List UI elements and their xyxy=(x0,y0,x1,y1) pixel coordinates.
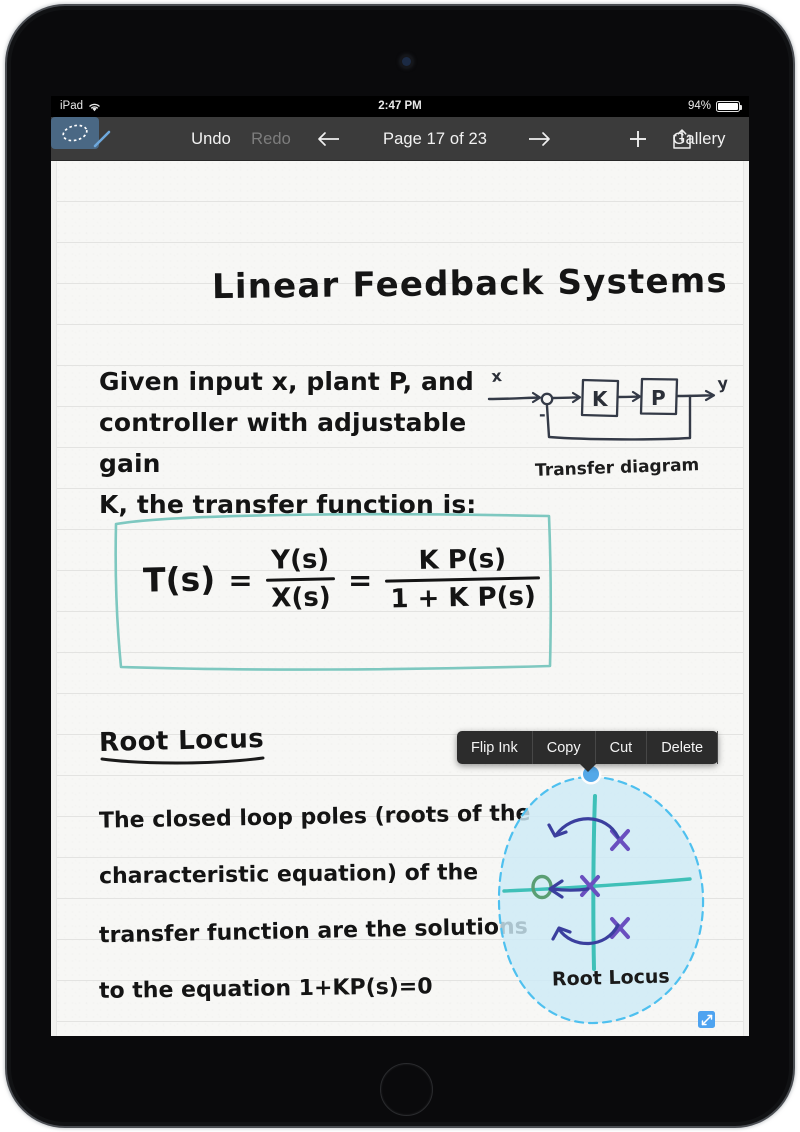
equation-equals: = xyxy=(347,562,373,597)
status-bar-clock: 2:47 PM xyxy=(378,100,422,112)
svg-text:y: y xyxy=(717,373,729,393)
svg-text:K: K xyxy=(592,387,609,411)
battery-icon xyxy=(716,101,743,112)
next-page-button[interactable] xyxy=(521,117,559,161)
transfer-function-equation: T(s) = Y(s) X(s) = K P(s) 1 + K P(s) xyxy=(142,544,542,615)
gallery-button[interactable]: Gallery xyxy=(659,117,739,161)
status-bar-right: 94% xyxy=(687,96,743,117)
paragraph-line: transfer function are the solutions xyxy=(98,914,528,949)
plus-icon xyxy=(630,131,646,147)
battery-level-fill xyxy=(718,103,739,110)
battery-percent-label: 94% xyxy=(687,100,711,112)
root-locus-caption-label: Root Locus xyxy=(551,965,670,991)
svg-text:x: x xyxy=(490,366,503,386)
paragraph-intro: Given input x, plant P, and controller w… xyxy=(99,361,479,525)
rule-line xyxy=(57,324,743,325)
fraction-numerator: Y(s) xyxy=(270,544,330,576)
paragraph-line: to the equation 1+KP(s)=0 xyxy=(98,974,433,1004)
redo-button[interactable]: Redo xyxy=(245,117,297,161)
app-toolbar: Undo Redo Page 17 of 23 Gallery xyxy=(51,117,749,161)
equation-fraction-1: Y(s) X(s) xyxy=(265,544,336,614)
rule-line xyxy=(57,242,743,243)
equation-lhs: T(s) xyxy=(142,559,216,600)
fraction-denominator: X(s) xyxy=(270,582,331,614)
equation-box: T(s) = Y(s) X(s) = K P(s) 1 + K P(s) xyxy=(109,506,559,676)
pen-tool-button[interactable] xyxy=(85,117,119,161)
fraction-bar xyxy=(265,577,335,583)
section-heading-label: Root Locus xyxy=(98,723,265,759)
root-locus-sketch xyxy=(502,794,692,971)
home-button[interactable] xyxy=(380,1063,433,1116)
fraction-denominator: 1 + K P(s) xyxy=(390,581,537,615)
context-menu-pointer xyxy=(578,763,597,772)
svg-text:-: - xyxy=(539,405,546,424)
rule-line xyxy=(57,693,743,694)
screen: iPad 2:47 PM 94% Undo Redo Page 17 of 23… xyxy=(51,96,749,1036)
paragraph-line: controller with adjustable gain xyxy=(99,408,467,478)
paragraph-line: characteristic equation) of the xyxy=(98,860,479,890)
context-menu-item-flip-ink[interactable]: Flip Ink xyxy=(457,731,533,764)
arrow-right-icon xyxy=(529,132,550,146)
equation-equals: = xyxy=(228,562,253,597)
context-menu-item-delete[interactable]: Delete xyxy=(647,731,719,764)
paragraph-root-locus: The closed loop poles (roots of the char… xyxy=(98,789,531,1017)
context-menu-item-cut[interactable]: Cut xyxy=(596,731,648,764)
arrow-left-icon xyxy=(318,132,339,146)
equation-fraction-2: K P(s) 1 + K P(s) xyxy=(385,544,542,615)
rule-line xyxy=(57,201,743,202)
previous-page-button[interactable] xyxy=(309,117,347,161)
selection-context-menu: Flip Ink Copy Cut Delete xyxy=(457,731,719,772)
expand-image-icon[interactable] xyxy=(698,1011,715,1028)
section-heading: Root Locus xyxy=(98,723,269,766)
paragraph-line: The closed loop poles (roots of the xyxy=(98,801,531,834)
undo-button[interactable]: Undo xyxy=(185,117,237,161)
add-page-button[interactable] xyxy=(619,117,657,161)
fraction-numerator: K P(s) xyxy=(418,544,507,576)
block-diagram: x - K P y Transfer diagram xyxy=(487,366,732,481)
page-indicator-label[interactable]: Page 17 of 23 xyxy=(355,117,515,161)
ipad-device-frame: iPad 2:47 PM 94% Undo Redo Page 17 of 23… xyxy=(7,6,793,1126)
svg-text:P: P xyxy=(651,386,666,410)
front-camera-icon xyxy=(402,57,411,66)
lasso-selection-region[interactable]: Root Locus xyxy=(494,766,709,1028)
page-title: Linear Feedback Systems xyxy=(211,260,729,308)
context-menu-item-copy[interactable]: Copy xyxy=(533,731,596,764)
paragraph-line: Given input x, plant P, and xyxy=(99,367,474,396)
ios-status-bar: iPad 2:47 PM 94% xyxy=(51,96,749,117)
notebook-page[interactable]: Linear Feedback Systems Given input x, p… xyxy=(57,161,743,1036)
